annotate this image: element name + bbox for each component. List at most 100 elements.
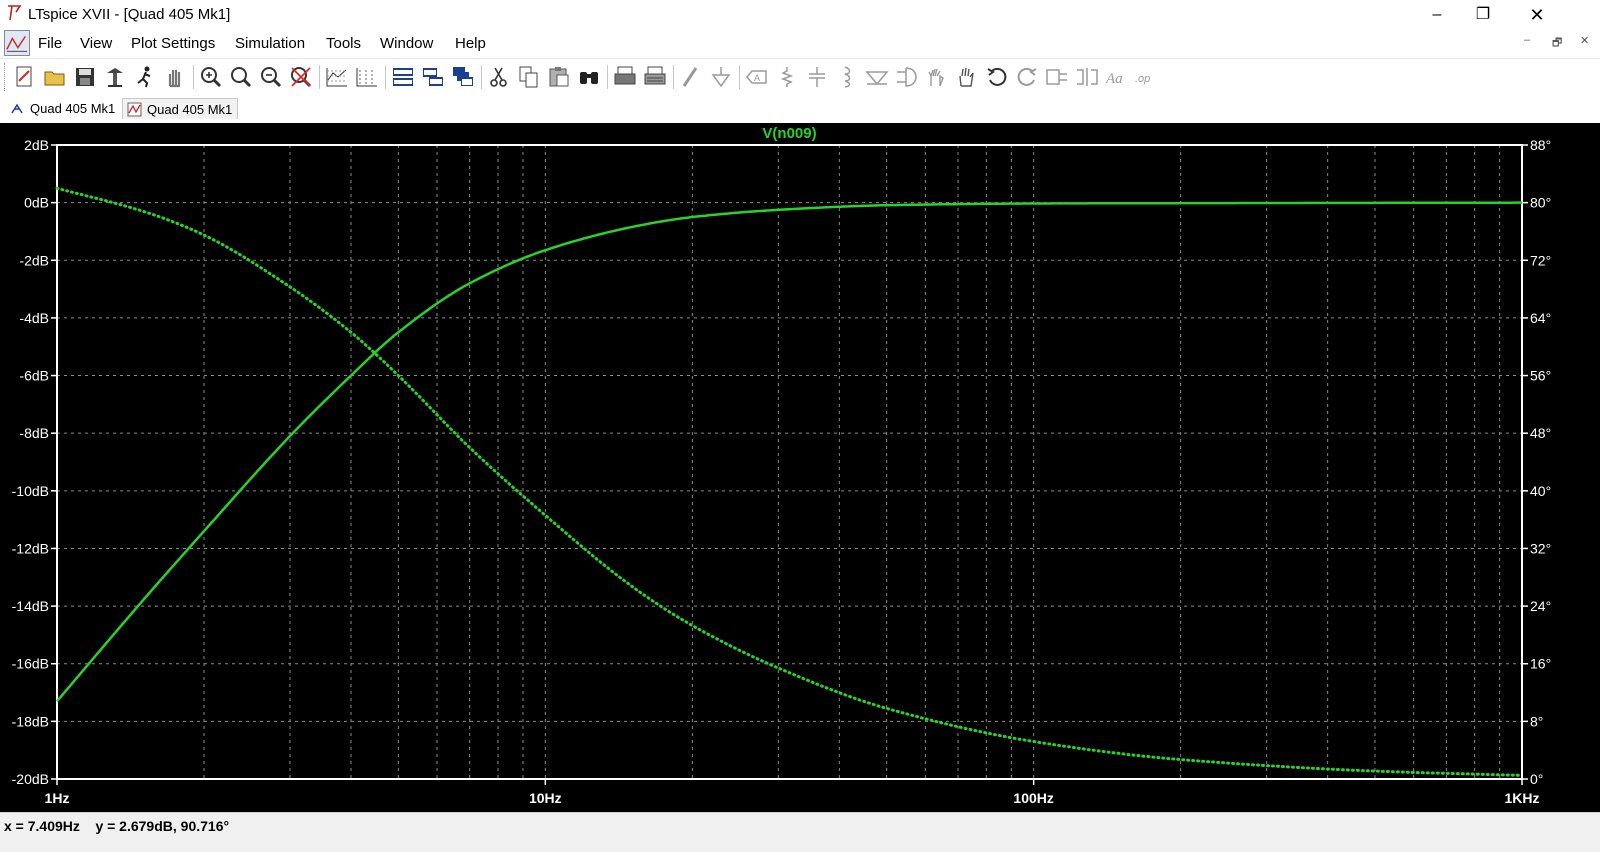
cascade-icon[interactable] bbox=[450, 64, 476, 90]
wire-icon[interactable] bbox=[678, 64, 704, 90]
x-tick-label: 100Hz bbox=[1013, 790, 1053, 806]
phase-trace bbox=[55, 186, 1524, 777]
x-tick-label: 10Hz bbox=[529, 790, 562, 806]
paste-icon[interactable] bbox=[546, 64, 572, 90]
left-y-tick-label: -8dB bbox=[19, 425, 49, 441]
right-y-tick-label: 88° bbox=[1530, 137, 1551, 153]
document-tabs: Quad 405 Mk1 Quad 405 Mk1 bbox=[0, 95, 1600, 122]
toolbar-grip[interactable] bbox=[4, 63, 8, 91]
text-icon[interactable]: Aa bbox=[1104, 64, 1130, 90]
zoom-cancel-icon[interactable] bbox=[288, 64, 314, 90]
right-y-tick-label: 40° bbox=[1530, 483, 1551, 499]
drag-icon[interactable] bbox=[954, 64, 980, 90]
menu-view[interactable]: View bbox=[80, 35, 112, 52]
toolbar-separator bbox=[385, 65, 386, 89]
mirror-icon[interactable] bbox=[1074, 64, 1100, 90]
minimize-window-button[interactable]: – bbox=[1414, 0, 1460, 30]
new-schematic-icon[interactable] bbox=[12, 64, 38, 90]
spice-directive-icon[interactable]: .op bbox=[1134, 64, 1160, 90]
menu-file[interactable]: File bbox=[38, 35, 62, 52]
zoom-fit-icon[interactable] bbox=[228, 64, 254, 90]
left-y-tick-label: -14dB bbox=[12, 598, 49, 614]
right-y-tick-label: 56° bbox=[1530, 368, 1551, 384]
svg-text:.op: .op bbox=[1135, 73, 1150, 85]
waveform-chart[interactable]: 2dB 88° 0dB 80° -2dB 72° -4dB 64° -6dB 56° -8dB 48°… bbox=[0, 123, 1600, 812]
resistor-icon[interactable] bbox=[774, 64, 800, 90]
close-window-button[interactable]: ✕ bbox=[1514, 0, 1560, 30]
left-y-tick-label: 0dB bbox=[24, 195, 49, 211]
svg-text:Aa: Aa bbox=[1105, 71, 1123, 87]
print-setup-icon[interactable] bbox=[642, 64, 668, 90]
menu-tools[interactable]: Tools bbox=[326, 35, 361, 52]
move-icon[interactable] bbox=[924, 64, 950, 90]
cut-icon[interactable] bbox=[486, 64, 512, 90]
mdi-minimize-button[interactable]: – bbox=[1524, 34, 1530, 46]
open-icon[interactable] bbox=[42, 64, 68, 90]
x-tick-label: 1Hz bbox=[45, 790, 70, 806]
toolbar-separator bbox=[739, 65, 740, 89]
control-panel-icon[interactable] bbox=[102, 64, 128, 90]
mdi-close-button[interactable]: ✕ bbox=[1580, 34, 1589, 47]
label-net-icon[interactable]: A bbox=[744, 64, 770, 90]
right-y-tick-label: 72° bbox=[1530, 252, 1551, 268]
mdi-restore-button[interactable]: 🗗 bbox=[1552, 34, 1562, 53]
autorange-icon[interactable] bbox=[324, 64, 350, 90]
right-y-tick-label: 16° bbox=[1530, 656, 1551, 672]
toolbar-separator bbox=[607, 65, 608, 89]
menu-window[interactable]: Window bbox=[380, 35, 433, 52]
ltspice-app-icon bbox=[8, 5, 22, 21]
right-y-tick-label: 64° bbox=[1530, 310, 1551, 326]
waveform-plot-pane[interactable]: 2dB 88° 0dB 80° -2dB 72° -4dB 64° -6dB 56° -8dB 48°… bbox=[0, 123, 1600, 812]
save-icon[interactable] bbox=[72, 64, 98, 90]
right-y-tick-label: 32° bbox=[1530, 540, 1551, 556]
left-y-tick-label: 2dB bbox=[24, 137, 49, 153]
waveform-tab-icon bbox=[127, 102, 142, 117]
diode-icon[interactable] bbox=[864, 64, 890, 90]
toolbar: A Aa .op bbox=[0, 58, 1600, 96]
rotate-icon[interactable] bbox=[1044, 64, 1070, 90]
cursor-readout: x = 7.409Hz y = 2.679dB, 90.716° bbox=[4, 818, 230, 834]
right-y-tick-label: 0° bbox=[1530, 771, 1543, 787]
tile-horizontal-icon[interactable] bbox=[390, 64, 416, 90]
menu-help[interactable]: Help bbox=[455, 35, 486, 52]
inductor-icon[interactable] bbox=[834, 64, 860, 90]
tab-schematic[interactable]: Quad 405 Mk1 bbox=[6, 98, 120, 119]
tab-schematic-label: Quad 405 Mk1 bbox=[30, 101, 116, 116]
status-bar: x = 7.409Hz y = 2.679dB, 90.716° bbox=[0, 812, 1600, 852]
run-icon[interactable] bbox=[132, 64, 158, 90]
title-bar: LTspice XVII - [Quad 405 Mk1] – ❐ ✕ bbox=[0, 0, 1600, 30]
right-y-tick-label: 24° bbox=[1530, 598, 1551, 614]
toolbar-separator bbox=[193, 65, 194, 89]
trace-title: V(n009) bbox=[762, 125, 816, 142]
find-icon[interactable] bbox=[576, 64, 602, 90]
undo-icon[interactable] bbox=[984, 64, 1010, 90]
left-y-tick-label: -10dB bbox=[12, 483, 49, 499]
left-y-tick-label: -4dB bbox=[19, 310, 49, 326]
mark-icon[interactable] bbox=[354, 64, 380, 90]
zoom-out-icon[interactable] bbox=[258, 64, 284, 90]
halt-icon[interactable] bbox=[162, 64, 188, 90]
ground-icon[interactable] bbox=[708, 64, 734, 90]
waveform-document-icon[interactable] bbox=[4, 30, 30, 56]
menu-plot-settings[interactable]: Plot Settings bbox=[131, 35, 215, 52]
right-y-tick-label: 8° bbox=[1530, 713, 1543, 729]
right-y-tick-label: 48° bbox=[1530, 425, 1551, 441]
left-y-tick-label: -18dB bbox=[12, 713, 49, 729]
capacitor-icon[interactable] bbox=[804, 64, 830, 90]
left-y-tick-label: -16dB bbox=[12, 656, 49, 672]
left-y-tick-label: -2dB bbox=[19, 252, 49, 268]
x-tick-label: 1KHz bbox=[1504, 790, 1539, 806]
right-y-tick-label: 80° bbox=[1530, 195, 1551, 211]
copy-icon[interactable] bbox=[516, 64, 542, 90]
left-y-tick-label: -6dB bbox=[19, 368, 49, 384]
toolbar-separator bbox=[481, 65, 482, 89]
schematic-tab-icon bbox=[11, 103, 23, 114]
redo-icon[interactable] bbox=[1014, 64, 1040, 90]
print-icon[interactable] bbox=[612, 64, 638, 90]
component-icon[interactable] bbox=[894, 64, 920, 90]
tab-waveform[interactable]: Quad 405 Mk1 bbox=[122, 98, 238, 119]
menu-simulation[interactable]: Simulation bbox=[235, 35, 305, 52]
maximize-window-button[interactable]: ❐ bbox=[1460, 0, 1506, 30]
tile-vertical-icon[interactable] bbox=[420, 64, 446, 90]
zoom-in-icon[interactable] bbox=[198, 64, 224, 90]
